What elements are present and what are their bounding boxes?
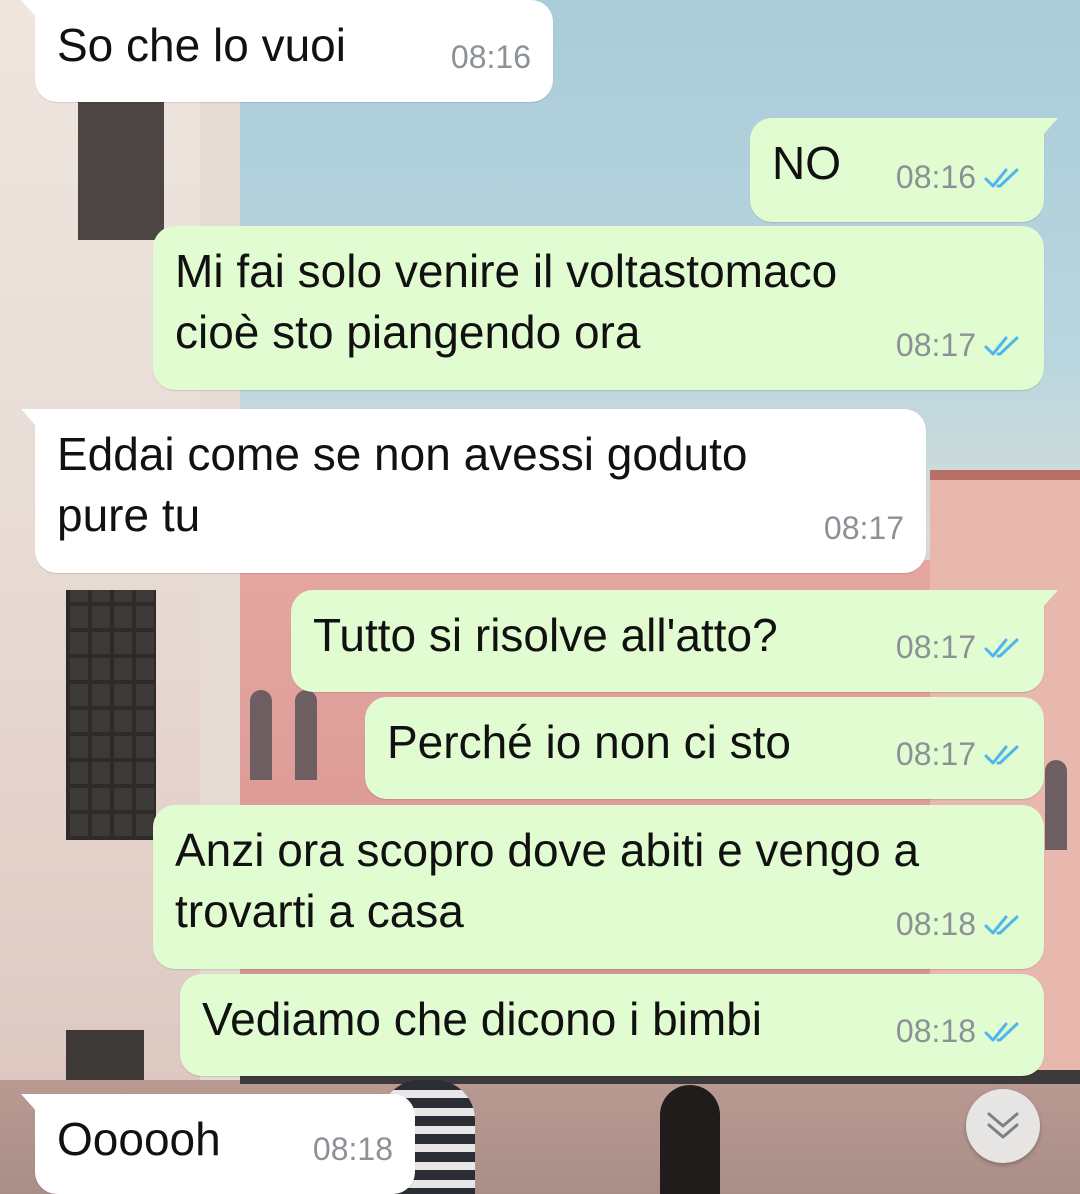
double-check-icon xyxy=(984,168,1019,187)
message-time: 08:18 xyxy=(895,906,976,942)
message-meta: 08:17 xyxy=(896,724,1022,785)
message-meta: 08:18 xyxy=(896,894,1022,955)
message-meta: 08:17 xyxy=(896,617,1022,678)
double-check-icon xyxy=(984,336,1019,355)
double-check-icon xyxy=(984,915,1019,934)
message-time: 08:17 xyxy=(895,327,976,363)
message-list[interactable]: So che lo vuoi 08:16 NO 08:16 Mi fai sol… xyxy=(0,0,1080,1194)
scroll-to-bottom-button[interactable] xyxy=(966,1089,1040,1163)
message-time: 08:17 xyxy=(823,510,904,546)
message-outgoing[interactable]: Tutto si risolve all'atto? 08:17 xyxy=(291,590,1058,692)
message-meta: 08:18 xyxy=(313,1119,393,1180)
message-incoming[interactable]: Oooooh 08:18 xyxy=(21,1094,415,1194)
message-time: 08:16 xyxy=(450,39,531,75)
message-meta: 08:17 xyxy=(824,498,904,559)
message-time: 08:18 xyxy=(312,1131,393,1167)
double-check-icon xyxy=(984,745,1019,764)
message-outgoing[interactable]: Anzi ora scopro dove abiti e vengo a tro… xyxy=(153,805,1044,969)
message-time: 08:17 xyxy=(895,736,976,772)
message-text: Eddai come se non avessi goduto pure tu xyxy=(57,428,748,541)
message-outgoing[interactable]: Perché io non ci sto 08:17 xyxy=(365,697,1044,799)
message-meta: 08:18 xyxy=(896,1001,1022,1062)
message-incoming[interactable]: So che lo vuoi 08:16 xyxy=(21,0,553,102)
message-time: 08:18 xyxy=(895,1013,976,1049)
message-outgoing[interactable]: Vediamo che dicono i bimbi 08:18 xyxy=(180,974,1044,1076)
double-check-icon xyxy=(984,638,1019,657)
message-meta: 08:16 xyxy=(451,27,531,88)
message-outgoing[interactable]: Mi fai solo venire il voltastomaco cioè … xyxy=(153,226,1044,390)
message-incoming[interactable]: Eddai come se non avessi goduto pure tu … xyxy=(21,409,926,573)
message-meta: 08:17 xyxy=(896,315,1022,376)
double-check-icon xyxy=(984,1022,1019,1041)
message-meta: 08:16 xyxy=(896,147,1022,208)
message-outgoing[interactable]: NO 08:16 xyxy=(750,118,1058,222)
double-chevron-down-icon xyxy=(987,1112,1019,1139)
message-time: 08:17 xyxy=(895,629,976,665)
message-time: 08:16 xyxy=(895,159,976,195)
